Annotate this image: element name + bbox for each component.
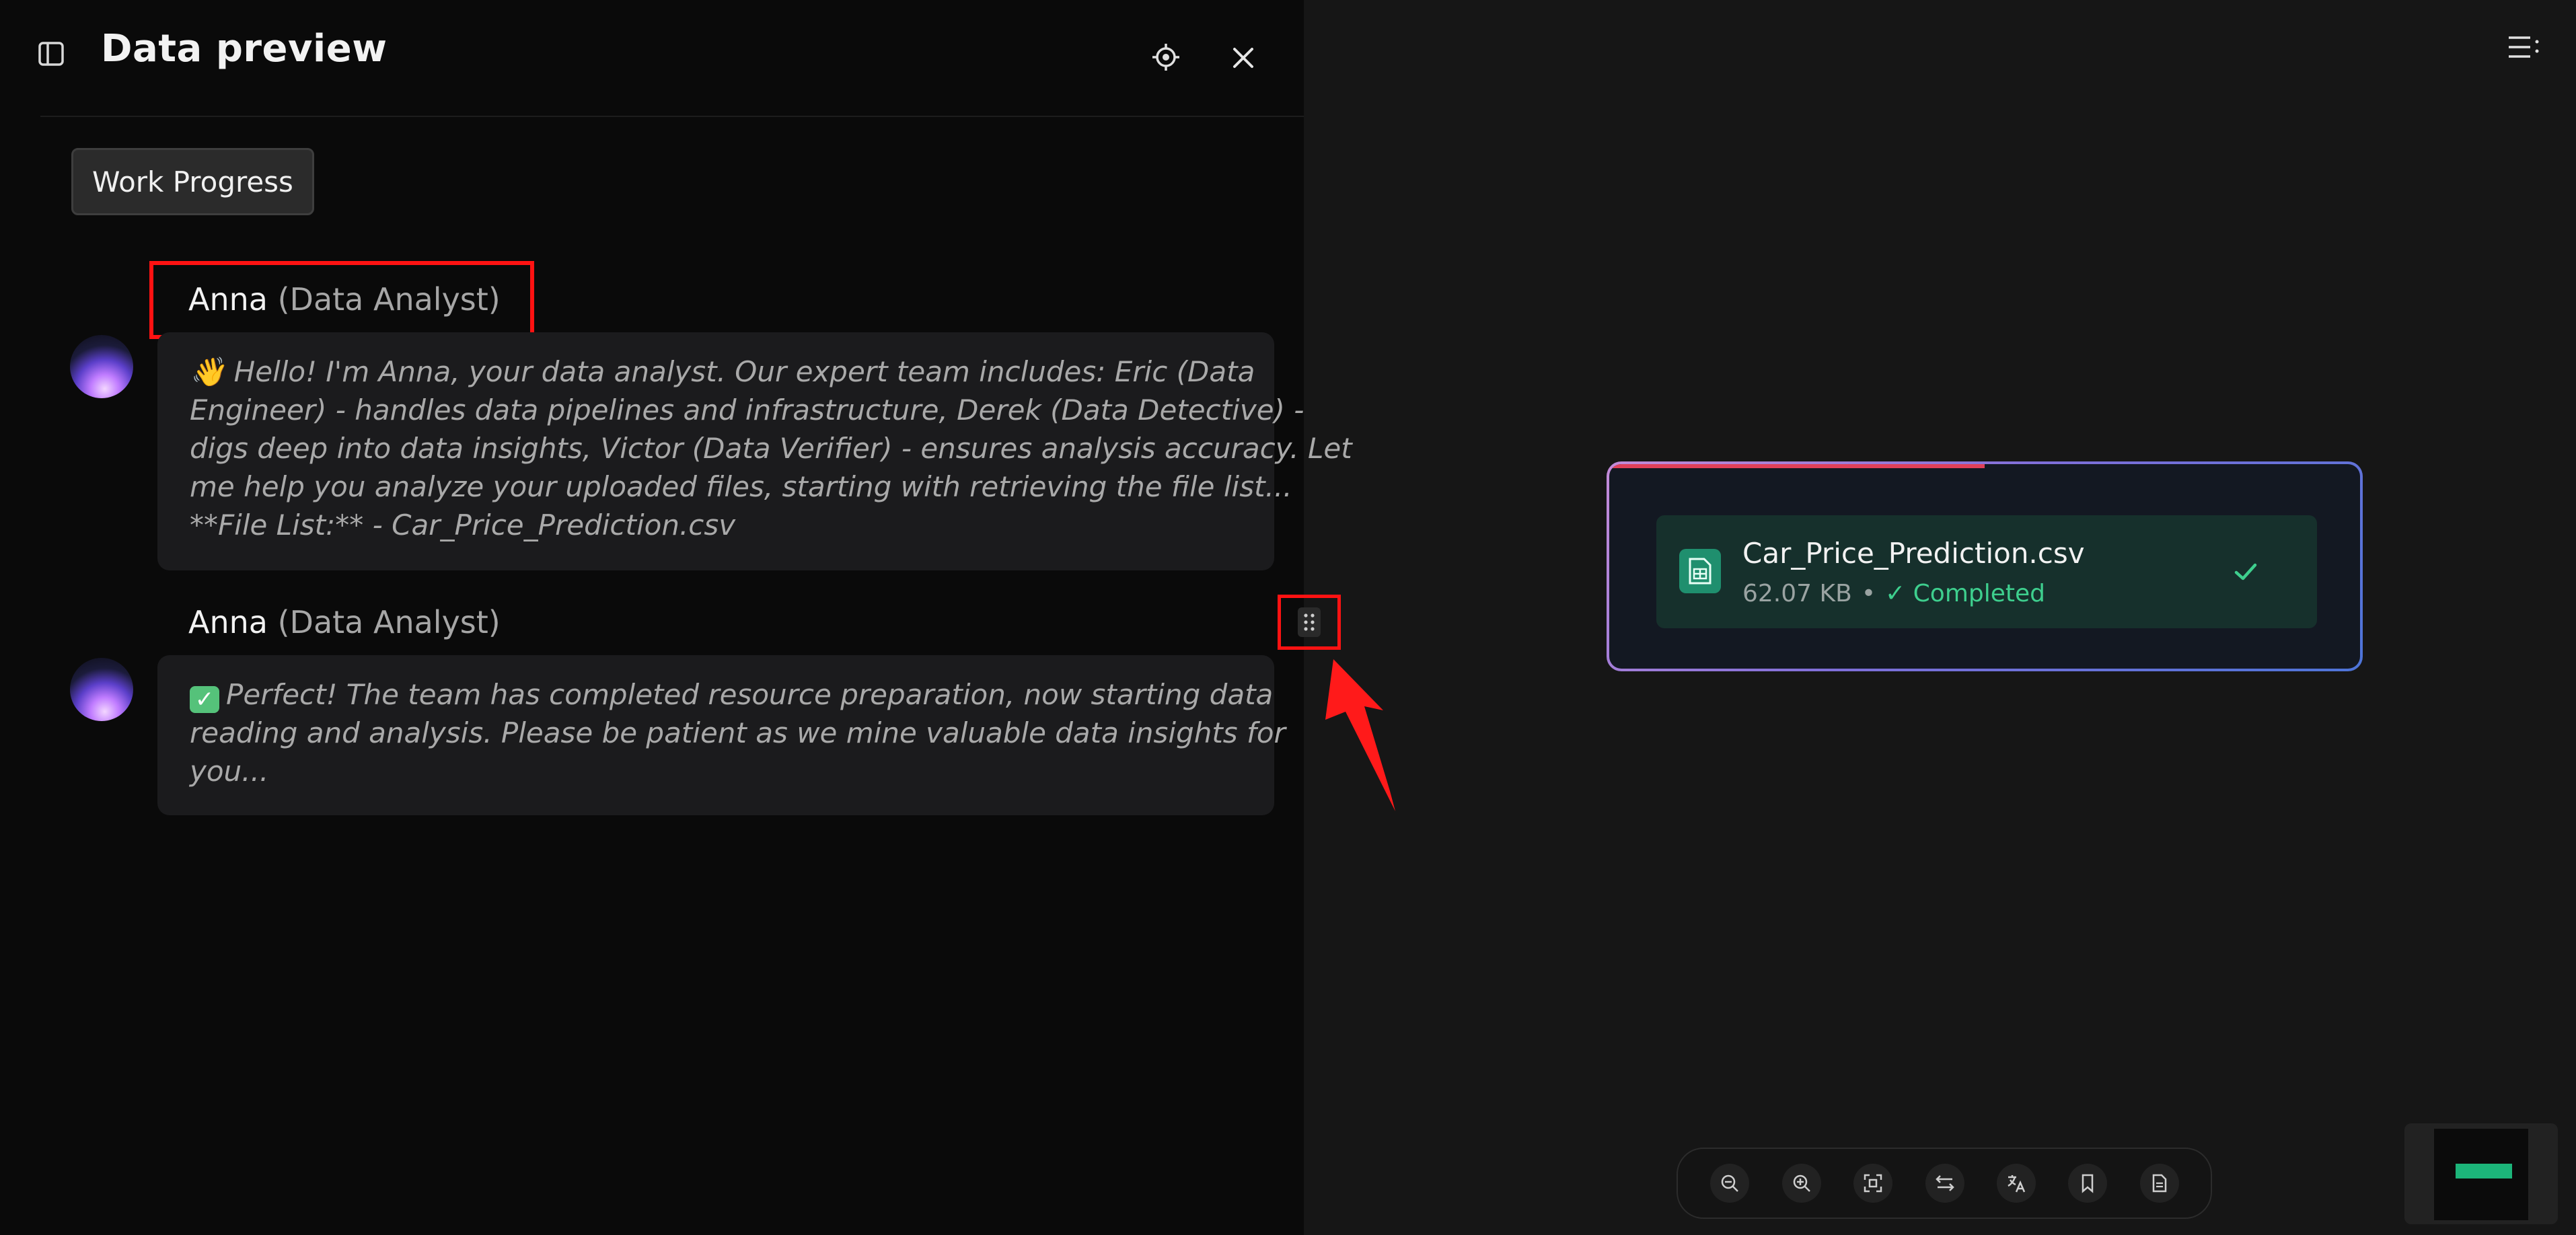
- file-size: 62.07 KB: [1742, 580, 1852, 607]
- upload-status: ✓ Completed: [1885, 580, 2046, 607]
- message-line: you...: [190, 755, 269, 788]
- message-line: digs deep into data insights, Victor (Da…: [190, 432, 1352, 465]
- fit-screen-icon[interactable]: [1853, 1164, 1892, 1203]
- bookmark-icon[interactable]: [2068, 1164, 2107, 1203]
- minimap-highlight: [2456, 1164, 2512, 1178]
- zoom-in-icon[interactable]: [1782, 1164, 1821, 1203]
- swap-icon[interactable]: [1925, 1164, 1964, 1203]
- message-sender: Anna (Data Analyst): [188, 604, 501, 640]
- message-line: me help you analyze your uploaded files,…: [190, 470, 1292, 503]
- agent-avatar: [70, 658, 133, 721]
- message-line: Perfect! The team has completed resource…: [226, 678, 1274, 711]
- minimap-viewport: [2434, 1129, 2528, 1220]
- message-line: 👋 Hello! I'm Anna, your data analyst. Ou…: [190, 355, 1255, 388]
- check-mark-icon: ✓: [190, 686, 219, 713]
- upload-progress-bar: [1609, 464, 1985, 468]
- message-bubble: ✓ Perfect! The team has completed resourc…: [157, 655, 1286, 815]
- file-row[interactable]: Car_Price_Prediction.csv 62.07 KB • ✓ Comp…: [1656, 515, 2317, 628]
- locate-target-icon[interactable]: [1144, 35, 1188, 79]
- upload-card-body: Car_Price_Prediction.csv 62.07 KB • ✓ Comp…: [1609, 464, 2360, 669]
- translate-icon[interactable]: [1997, 1164, 2036, 1203]
- zoom-out-icon[interactable]: [1710, 1164, 1749, 1203]
- annotation-highlight-box: [149, 261, 534, 339]
- annotation-arrow-icon: [1325, 659, 1395, 811]
- sender-name: Anna: [188, 604, 268, 640]
- annotation-handle-box: [1278, 595, 1341, 650]
- completed-check-icon: [2227, 553, 2265, 591]
- outline-menu-icon[interactable]: [2504, 32, 2544, 62]
- close-icon[interactable]: [1223, 38, 1263, 78]
- viewer-toolbar: [1677, 1148, 2212, 1219]
- message-bubble: 👋 Hello! I'm Anna, your data analyst. Ou…: [157, 332, 1352, 570]
- drag-handle-icon[interactable]: [1298, 607, 1321, 637]
- message-line: reading and analysis. Please be patient …: [190, 716, 1286, 749]
- sidebar-toggle-icon[interactable]: [32, 35, 70, 73]
- page-title: Data preview: [101, 27, 388, 71]
- message-line: **File List:** - Car_Price_Prediction.cs…: [190, 509, 736, 541]
- panel-header: Data preview: [0, 0, 1304, 116]
- minimap[interactable]: [2404, 1123, 2558, 1224]
- file-meta: 62.07 KB • ✓ Completed: [1742, 580, 2045, 607]
- chat-panel: Data preview Work Progress Anna (Data An…: [0, 0, 1352, 1235]
- document-icon[interactable]: [2140, 1164, 2179, 1203]
- header-divider: [40, 116, 1304, 117]
- meta-separator: •: [1861, 580, 1876, 607]
- sender-role: (Data Analyst): [277, 604, 501, 640]
- file-upload-card: Car_Price_Prediction.csv 62.07 KB • ✓ Comp…: [1607, 461, 2363, 671]
- csv-file-icon: [1679, 549, 1721, 593]
- work-progress-button[interactable]: Work Progress: [71, 148, 314, 215]
- message-line: Engineer) - handles data pipelines and i…: [190, 394, 1304, 426]
- file-name: Car_Price_Prediction.csv: [1742, 537, 2085, 570]
- agent-avatar: [70, 335, 133, 398]
